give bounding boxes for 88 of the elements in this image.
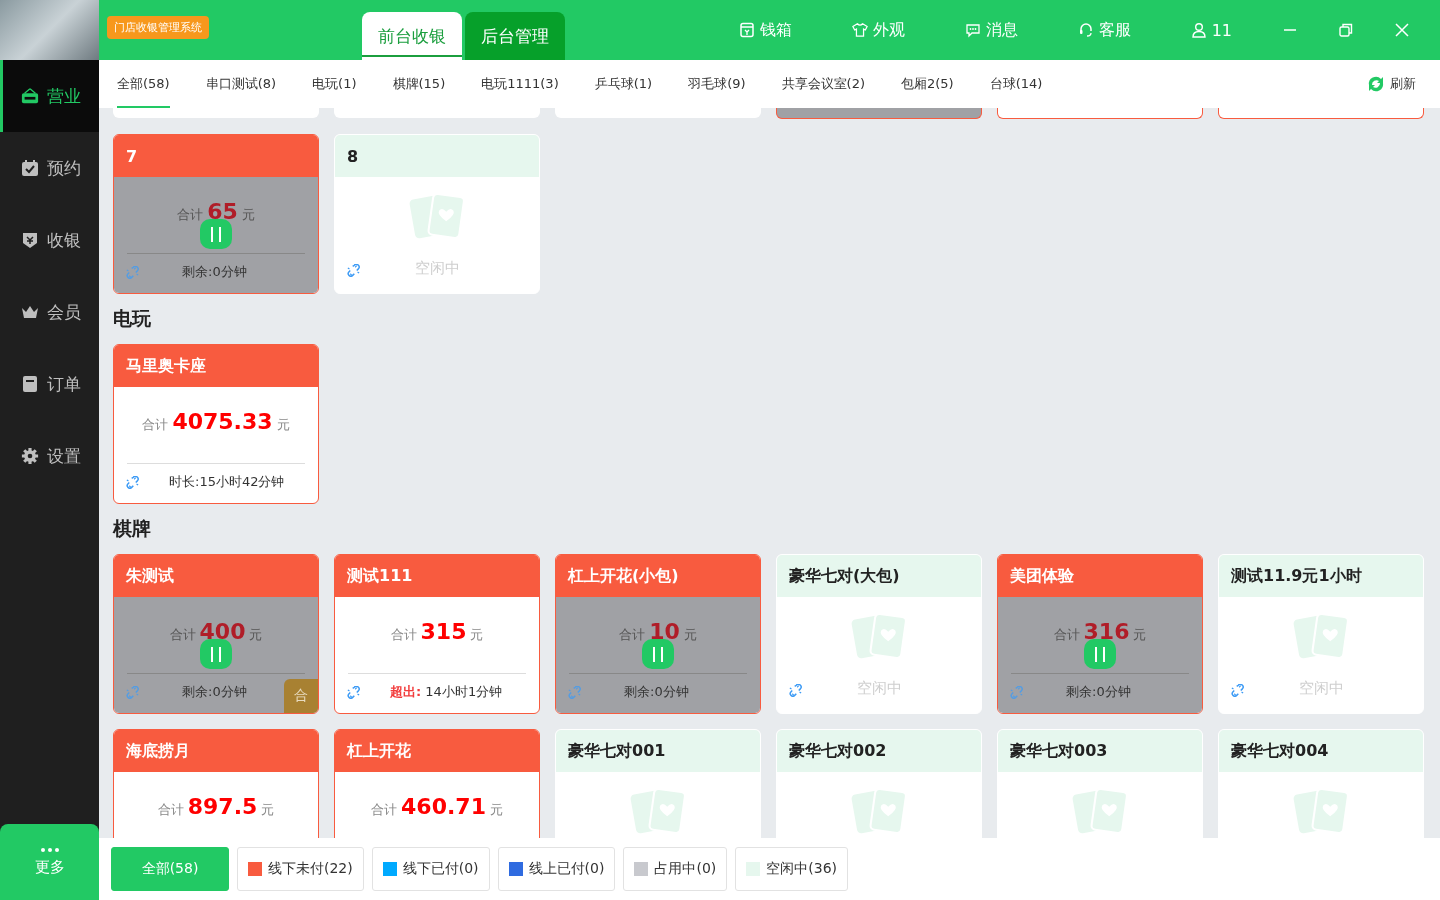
table-card[interactable]: 马里奥卡座 合计 4075.33 元 时长:15小时42分钟	[113, 344, 319, 504]
status-filter[interactable]: 线下未付(22)	[237, 847, 364, 891]
table-card[interactable]: 杠上开花 合计 460.71 元	[334, 729, 540, 838]
card-title: 马里奥卡座	[114, 345, 318, 387]
total-amount: 合计 897.5 元	[157, 794, 275, 821]
table-card[interactable]: 海底捞月 合计 897.5 元	[113, 729, 319, 838]
headset-icon	[1077, 22, 1094, 38]
total-amount: 合计 4075.33 元	[142, 409, 290, 436]
category-tab[interactable]: 乒乓球(1)	[594, 60, 653, 108]
broken-link-icon	[789, 683, 802, 697]
time-status: 剩余:0分钟	[182, 683, 247, 701]
category-tab[interactable]: 电玩1111(3)	[481, 60, 559, 108]
category-tab[interactable]: 串口测试(8)	[205, 60, 277, 108]
category-tab[interactable]: 羽毛球(9)	[688, 60, 746, 108]
pause-button[interactable]	[1084, 639, 1116, 669]
section-title: 电玩	[113, 306, 152, 331]
settings-icon	[21, 447, 39, 465]
card-title: 豪华七对002	[777, 730, 981, 772]
card-title: 豪华七对003	[998, 730, 1202, 772]
refresh-icon	[1366, 74, 1386, 94]
download-box-icon	[21, 231, 39, 249]
table-card[interactable]: 美团体验 合计 316 元 剩余:0分钟	[997, 554, 1203, 714]
restore-icon	[1339, 23, 1353, 37]
broken-link-icon	[126, 685, 139, 699]
mode-tab[interactable]: 前台收银	[362, 12, 462, 60]
calendar-check-icon	[21, 159, 39, 177]
time-status: 超出: 14小时1分钟	[390, 683, 503, 701]
time-status: 时长:15小时42分钟	[169, 473, 285, 491]
category-tab[interactable]: 台球(14)	[989, 60, 1043, 108]
card-title: 豪华七对(大包)	[777, 555, 981, 597]
card-title: 朱测试	[114, 555, 318, 597]
sidebar-item[interactable]: 营业	[0, 60, 99, 132]
pause-button[interactable]	[642, 639, 674, 669]
card-title: 杠上开花(小包)	[556, 555, 760, 597]
broken-link-icon	[126, 475, 139, 489]
card-title: 豪华七对004	[1219, 730, 1423, 772]
user-icon	[1190, 22, 1207, 38]
open-sign-icon	[21, 87, 39, 105]
broken-link-icon	[347, 685, 360, 699]
card-title: 杠上开花	[335, 730, 539, 772]
status-filter[interactable]: 线下已付(0)	[371, 847, 490, 891]
card-title: 测试11.9元1小时	[1219, 555, 1423, 597]
shirt-icon	[851, 22, 868, 38]
card-title: 测试111	[335, 555, 539, 597]
pause-button[interactable]	[200, 219, 232, 249]
refresh-button[interactable]: 刷新	[1360, 60, 1422, 108]
total-amount: 合计 10 元	[619, 619, 697, 646]
card-title: 美团体验	[998, 555, 1202, 597]
category-tab[interactable]: 包厢2(5)	[901, 60, 954, 108]
document-icon	[21, 375, 39, 393]
broken-link-icon	[568, 685, 581, 699]
broken-link-icon	[1231, 683, 1244, 697]
close-icon	[1395, 23, 1409, 37]
category-tab[interactable]: 棋牌(15)	[392, 60, 446, 108]
cash-drawer-icon	[738, 22, 755, 38]
app-badge: 门店收银管理系统	[107, 15, 209, 39]
table-card[interactable]: 朱测试 合计 400 元 剩余:0分钟 合	[113, 554, 319, 714]
category-tab[interactable]: 共享会议室(2)	[781, 60, 865, 108]
pause-button[interactable]	[200, 639, 232, 669]
status-filter[interactable]: 空闲中(36)	[735, 847, 849, 891]
card-title: 海底捞月	[114, 730, 318, 772]
total-amount: 合计 315 元	[390, 619, 484, 646]
broken-link-icon	[126, 265, 139, 279]
table-card[interactable]: 测试111 合计 315 元 超出: 14小时1分钟	[334, 554, 540, 714]
table-card[interactable]: 豪华七对003	[997, 729, 1203, 838]
broken-link-icon	[347, 263, 360, 277]
table-card[interactable]: 杠上开花(小包) 合计 10 元 剩余:0分钟	[555, 554, 761, 714]
card-title: 豪华七对001	[556, 730, 760, 772]
table-card[interactable]: 豪华七对001	[555, 729, 761, 838]
time-status: 剩余:0分钟	[182, 263, 247, 281]
total-amount: 合计 65 元	[177, 199, 255, 226]
section-title: 棋牌	[113, 516, 152, 541]
total-amount: 合计 400 元	[169, 619, 263, 646]
total-amount: 合计 460.71 元	[371, 794, 503, 821]
chat-bubble-icon	[964, 22, 981, 38]
broken-link-icon	[1010, 685, 1023, 699]
card-title: 7	[114, 135, 318, 177]
total-amount: 合计 316 元	[1053, 619, 1147, 646]
table-card[interactable]: 豪华七对002	[776, 729, 982, 838]
status-filter[interactable]: 占用中(0)	[623, 847, 728, 891]
category-tab[interactable]: 电玩(1)	[312, 60, 357, 108]
time-status: 剩余:0分钟	[624, 683, 689, 701]
merge-badge: 合	[284, 679, 318, 713]
table-card[interactable]: 豪华七对004	[1218, 729, 1424, 838]
status-filter[interactable]: 线上已付(0)	[497, 847, 616, 891]
card-title: 8	[335, 135, 539, 177]
table-card[interactable]: 7 合计 65 元 剩余:0分钟	[113, 134, 319, 294]
time-status: 剩余:0分钟	[1066, 683, 1131, 701]
